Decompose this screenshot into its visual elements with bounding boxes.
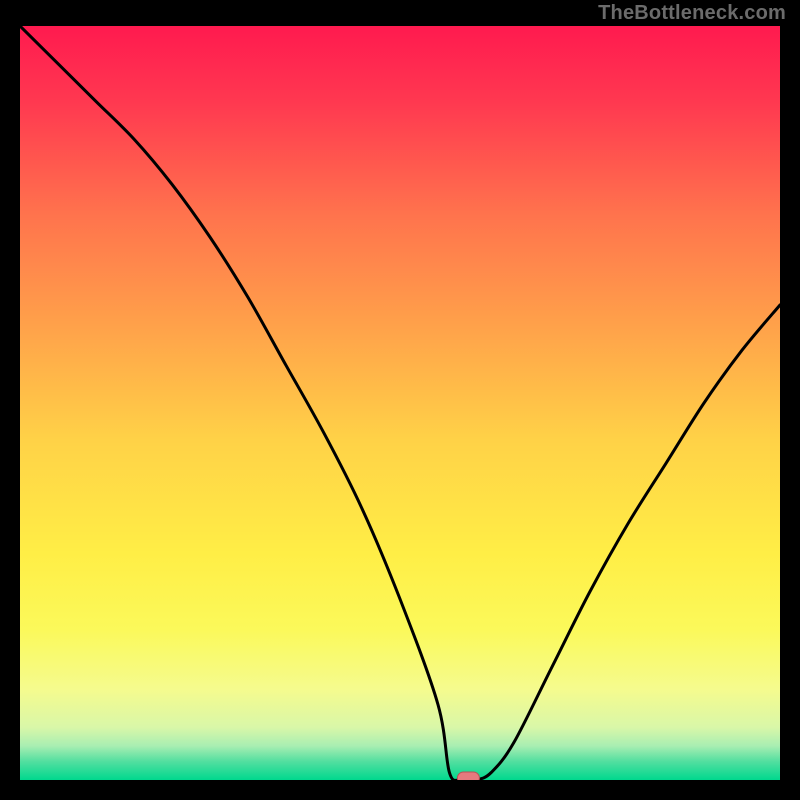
bottleneck-curve: [20, 26, 780, 780]
watermark-text: TheBottleneck.com: [598, 2, 786, 25]
chart-svg: [20, 26, 780, 780]
chart-frame: TheBottleneck.com: [0, 0, 800, 800]
plot-area: [20, 26, 780, 780]
optimal-point-marker: [457, 772, 479, 780]
